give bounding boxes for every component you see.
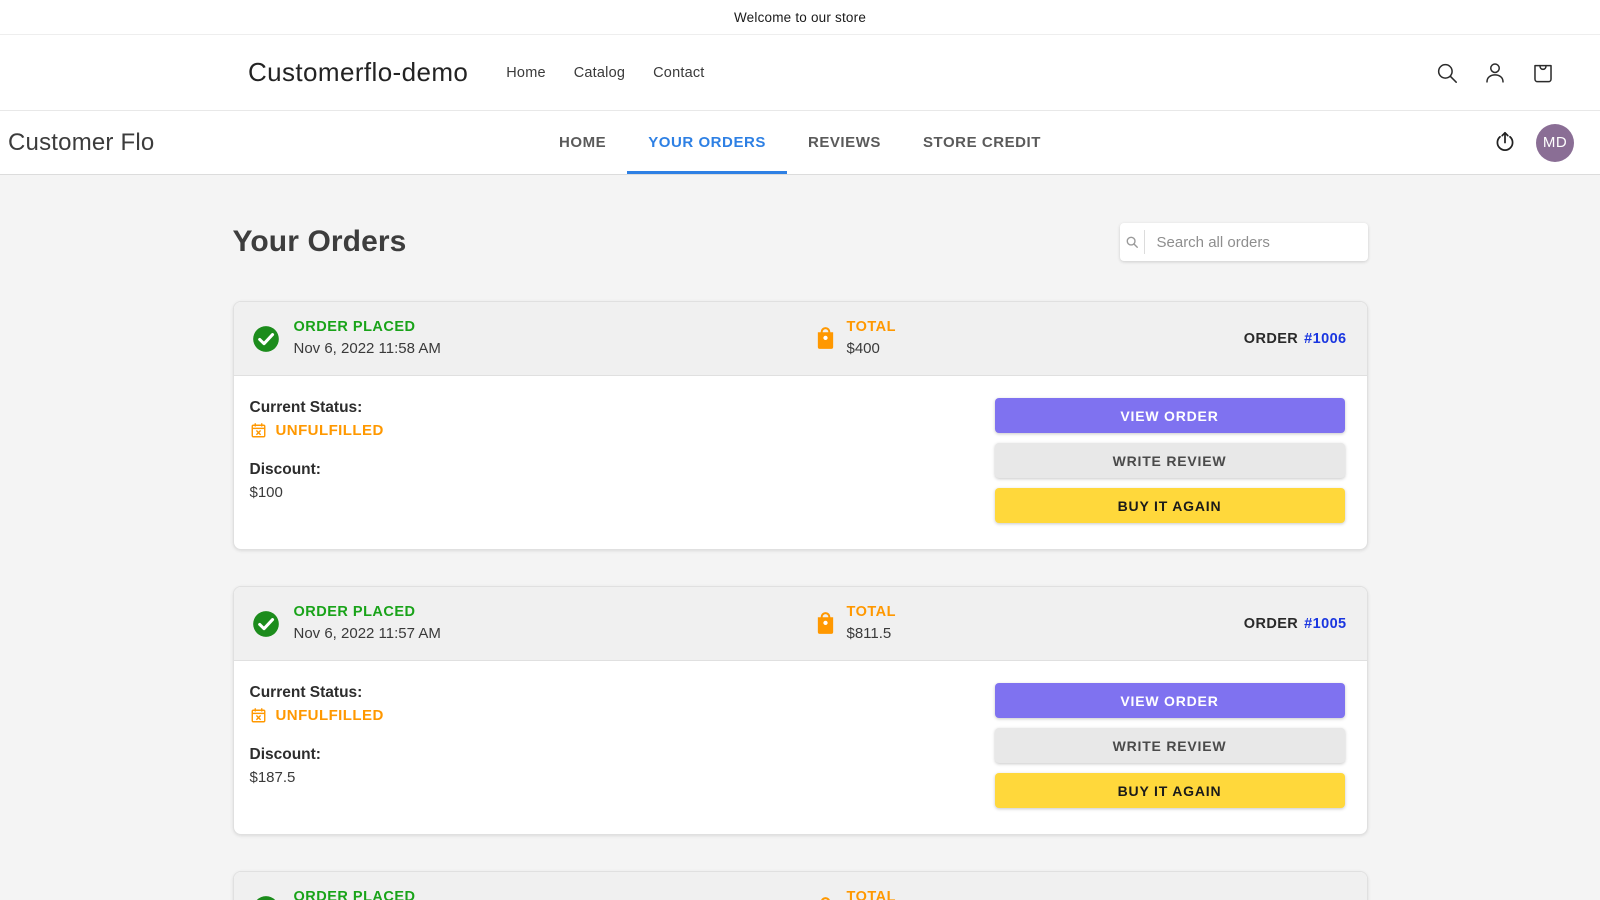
order-card-body: Current Status: UNFULFILLED Discount: $1…	[234, 661, 1367, 834]
order-actions: VIEW ORDER WRITE REVIEW BUY IT AGAIN	[994, 681, 1345, 808]
avatar[interactable]: MD	[1536, 123, 1574, 162]
order-actions: VIEW ORDER WRITE REVIEW BUY IT AGAIN	[994, 396, 1345, 523]
order-placed-text: ORDER PLACED Nov 6, 2022 11:58 AM	[294, 318, 441, 359]
order-total-group: TOTAL $400	[812, 318, 896, 359]
orders-page-inner: Your Orders Search all orders ORDER PLAC…	[232, 175, 1368, 900]
discount-block: Discount: $100	[250, 458, 995, 504]
buy-it-again-button[interactable]: BUY IT AGAIN	[994, 488, 1345, 523]
order-placed-date: Nov 6, 2022 11:58 AM	[293, 339, 441, 357]
store-nav-contact[interactable]: Contact	[653, 65, 704, 81]
order-total-text: TOTAL $811.5	[847, 603, 896, 644]
tab-store-credit[interactable]: STORE CREDIT	[902, 111, 1062, 174]
order-card-header: ORDER PLACED Nov 6, 2022 11:55 AM TOTAL	[233, 872, 1367, 900]
order-number-value[interactable]: #1005	[1304, 616, 1346, 632]
check-circle-icon	[252, 610, 280, 638]
order-number-value[interactable]: #1006	[1304, 331, 1346, 347]
order-placed-text: ORDER PLACED Nov 6, 2022 11:55 AM	[294, 888, 441, 900]
app-tabs: HOME YOUR ORDERS REVIEWS STORE CREDIT	[0, 111, 1600, 174]
logout-icon[interactable]	[1492, 130, 1518, 156]
page-title: Your Orders	[232, 225, 407, 258]
announcement-bar: Welcome to our store	[0, 0, 1600, 35]
order-total-text: TOTAL $400	[847, 318, 896, 359]
store-nav: Home Catalog Contact	[506, 65, 704, 81]
order-placed-label: ORDER PLACED	[293, 889, 416, 900]
order-placed-date: Nov 6, 2022 11:57 AM	[293, 624, 441, 642]
discount-label: Discount:	[249, 461, 321, 479]
check-circle-icon	[252, 895, 280, 900]
current-status-value: UNFULFILLED	[275, 707, 384, 725]
order-card: ORDER PLACED Nov 6, 2022 11:58 AM TOTAL	[232, 301, 1368, 550]
order-card-header: ORDER PLACED Nov 6, 2022 11:58 AM TOTAL	[233, 302, 1367, 376]
order-card-body: Current Status: UNFULFILLED Discount: $1…	[234, 376, 1367, 549]
app-bar: Customer Flo HOME YOUR ORDERS REVIEWS ST…	[0, 111, 1600, 175]
current-status-line: UNFULFILLED	[250, 707, 995, 724]
tab-your-orders[interactable]: YOUR ORDERS	[627, 111, 787, 174]
search-input[interactable]	[1144, 233, 1368, 251]
order-total-value: $400	[846, 339, 880, 357]
order-card-header: ORDER PLACED Nov 6, 2022 11:57 AM TOTAL	[233, 587, 1367, 661]
tab-home[interactable]: HOME	[538, 111, 627, 174]
shopping-bag-icon	[812, 610, 839, 637]
check-circle-icon	[252, 325, 280, 353]
shopping-bag-icon	[812, 325, 839, 352]
store-nav-catalog[interactable]: Catalog	[574, 65, 625, 81]
order-total-group: TOTAL $999	[812, 888, 896, 900]
order-placed-label: ORDER PLACED	[293, 319, 416, 336]
order-total-label: TOTAL	[846, 319, 896, 336]
search-icon[interactable]	[1434, 60, 1460, 86]
app-title: Customer Flo	[8, 128, 155, 156]
write-review-button[interactable]: WRITE REVIEW	[994, 728, 1345, 763]
discount-label: Discount:	[249, 746, 321, 764]
orders-page: Your Orders Search all orders ORDER PLAC…	[0, 175, 1600, 900]
orders-search-box[interactable]	[1119, 223, 1368, 261]
order-card: ORDER PLACED Nov 6, 2022 11:55 AM TOTAL	[232, 871, 1368, 900]
app-bar-right: MD	[1492, 123, 1574, 162]
write-review-button[interactable]: WRITE REVIEW	[994, 443, 1345, 478]
announcement-text: Welcome to our store	[733, 9, 867, 25]
order-number-label: ORDER	[1243, 330, 1299, 347]
order-placed-group: ORDER PLACED Nov 6, 2022 11:55 AM	[252, 888, 812, 900]
order-placed-label: ORDER PLACED	[293, 604, 416, 621]
order-total-group: TOTAL $811.5	[812, 603, 896, 644]
order-placed-group: ORDER PLACED Nov 6, 2022 11:57 AM	[252, 603, 812, 644]
shopping-bag-icon	[812, 895, 839, 900]
order-number-label: ORDER	[1243, 615, 1299, 632]
event-busy-icon	[250, 707, 267, 724]
order-number-group: ORDER #1006	[1244, 331, 1347, 347]
current-status-value: UNFULFILLED	[275, 422, 384, 440]
current-status-label: Current Status:	[249, 399, 363, 416]
store-header-icons	[1434, 35, 1556, 110]
order-number-group: ORDER #1005	[1244, 616, 1347, 632]
view-order-button[interactable]: VIEW ORDER	[994, 398, 1345, 433]
discount-value: $187.5	[249, 768, 296, 786]
order-total-label: TOTAL	[846, 889, 896, 900]
order-placed-group: ORDER PLACED Nov 6, 2022 11:58 AM	[252, 318, 812, 359]
tab-reviews[interactable]: REVIEWS	[787, 111, 902, 174]
store-header: Customerflo-demo Home Catalog Contact	[0, 35, 1600, 111]
discount-block: Discount: $187.5	[250, 743, 995, 789]
search-orders-icon	[1120, 235, 1144, 249]
account-icon[interactable]	[1482, 60, 1508, 86]
order-total-value: $811.5	[846, 624, 892, 642]
buy-it-again-button[interactable]: BUY IT AGAIN	[994, 773, 1345, 808]
view-order-button[interactable]: VIEW ORDER	[994, 683, 1345, 718]
order-card: ORDER PLACED Nov 6, 2022 11:57 AM TOTAL	[232, 586, 1368, 835]
store-logo[interactable]: Customerflo-demo	[248, 57, 468, 88]
order-details: Current Status: UNFULFILLED Discount: $1…	[250, 396, 995, 504]
current-status-line: UNFULFILLED	[250, 422, 995, 439]
order-total-label: TOTAL	[846, 604, 896, 621]
event-busy-icon	[250, 422, 267, 439]
current-status-label: Current Status:	[249, 684, 363, 701]
order-placed-text: ORDER PLACED Nov 6, 2022 11:57 AM	[294, 603, 441, 644]
store-nav-home[interactable]: Home	[506, 65, 545, 81]
orders-page-header: Your Orders	[233, 223, 1368, 261]
cart-icon[interactable]	[1530, 60, 1556, 86]
discount-value: $100	[249, 483, 283, 501]
order-details: Current Status: UNFULFILLED Discount: $1…	[250, 681, 995, 789]
order-total-text: TOTAL $999	[847, 888, 896, 900]
